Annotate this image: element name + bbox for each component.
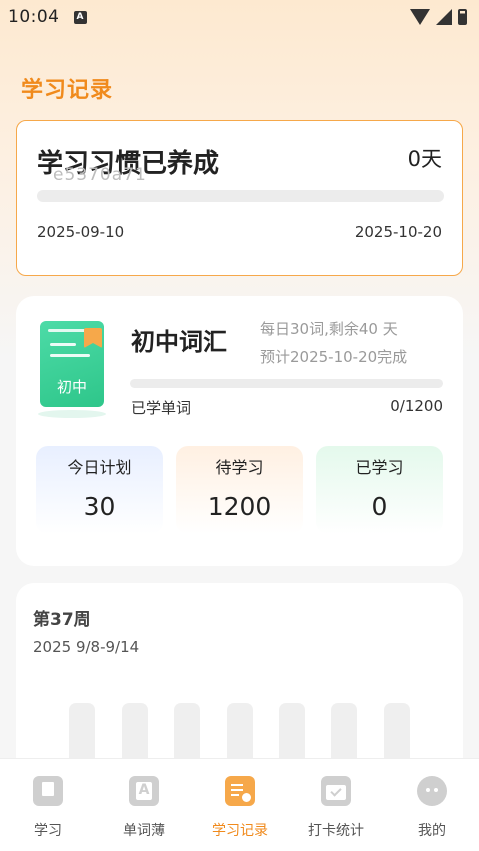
stat-value: 0 (371, 492, 388, 521)
profile-icon (417, 776, 447, 806)
page-title: 学习记录 (21, 78, 114, 103)
learned-words-label: 已学单词 (131, 399, 192, 417)
status-indicators (410, 9, 467, 25)
vocab-plan: 每日30词,剩余40 天 (260, 320, 398, 338)
stat-value: 30 (83, 492, 116, 521)
record-icon (225, 776, 255, 806)
nav-label: 学习 (34, 823, 62, 839)
signal-icon (436, 9, 452, 25)
habit-code: e5370a71 (53, 165, 147, 185)
nav-item-wordbook[interactable]: A 单词薄 (96, 759, 192, 851)
vocab-progress-bar (130, 379, 443, 388)
nav-label: 打卡统计 (308, 823, 364, 839)
habit-start-date: 2025-09-10 (37, 223, 125, 241)
stat-learned[interactable]: 已学习 0 (316, 446, 443, 534)
learned-words-count: 0/1200 (390, 397, 443, 415)
book-shadow (38, 410, 106, 418)
stat-label: 今日计划 (67, 458, 132, 477)
nav-item-profile[interactable]: 我的 (384, 759, 479, 851)
calendar-check-icon (321, 776, 351, 806)
stat-to-learn[interactable]: 待学习 1200 (176, 446, 303, 534)
week-title: 第37周 (33, 610, 91, 630)
nav-item-records[interactable]: 学习记录 (192, 759, 288, 851)
habit-end-date: 2025-10-20 (354, 223, 442, 241)
notification-icon: A (73, 10, 87, 24)
nav-item-study[interactable]: 学习 (0, 759, 96, 851)
wifi-icon (410, 9, 430, 25)
wordbook-icon: A (129, 776, 159, 806)
status-bar: 10:04 A (0, 0, 479, 34)
week-date-range: 2025 9/8-9/14 (33, 638, 140, 656)
week-card: 第37周 2025 9/8-9/14 (16, 583, 463, 783)
book-icon (33, 776, 63, 806)
vocab-finish-date: 预计2025-10-20完成 (260, 348, 408, 366)
stat-today-plan[interactable]: 今日计划 30 (36, 446, 163, 534)
nav-label: 我的 (418, 823, 446, 839)
stat-value: 1200 (207, 492, 272, 521)
book-cover-icon: 初中 (40, 321, 104, 407)
nav-label: 单词薄 (123, 823, 165, 839)
stat-label: 已学习 (355, 458, 404, 477)
habit-card[interactable]: 学习习惯已养成 e5370a71 0天 2025-09-10 2025-10-2… (16, 120, 463, 276)
bookmark-icon (84, 328, 102, 348)
status-time: 10:04 (8, 7, 60, 27)
bottom-nav: 学习 A 单词薄 学习记录 打卡统计 我的 (0, 758, 479, 851)
nav-item-checkin-stats[interactable]: 打卡统计 (288, 759, 384, 851)
stat-label: 待学习 (215, 458, 264, 477)
vocab-card[interactable]: 初中 初中词汇 每日30词,剩余40 天 预计2025-10-20完成 已学单词… (16, 296, 463, 566)
battery-icon (458, 9, 467, 25)
habit-progress-bar (37, 190, 444, 202)
vocab-name: 初中词汇 (131, 328, 227, 356)
habit-days: 0天 (407, 147, 442, 171)
book-cover-label: 初中 (56, 378, 87, 396)
nav-label: 学习记录 (212, 823, 268, 839)
